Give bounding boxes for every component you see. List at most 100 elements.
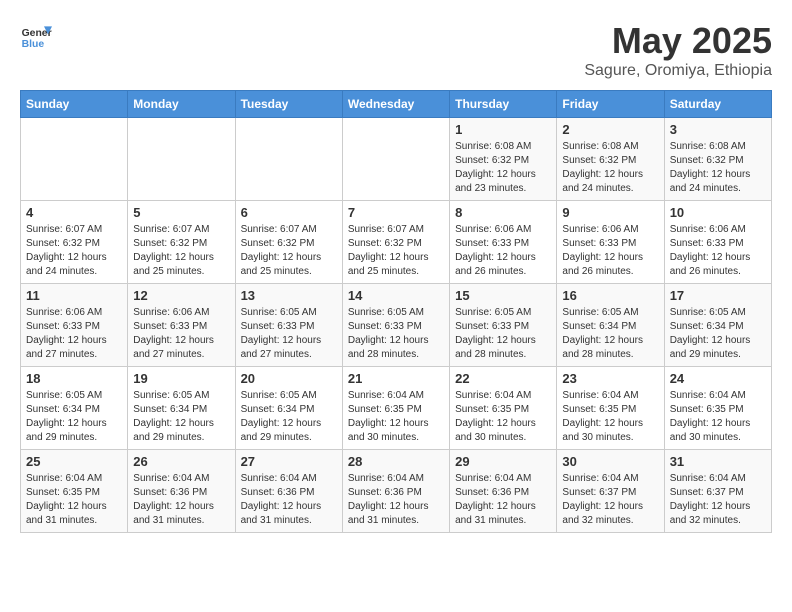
calendar-cell: 29 Sunrise: 6:04 AM Sunset: 6:36 PM Dayli… bbox=[450, 450, 557, 533]
day-info: Sunrise: 6:07 AM Sunset: 6:32 PM Dayligh… bbox=[241, 223, 337, 279]
day-info: Sunrise: 6:04 AM Sunset: 6:35 PM Dayligh… bbox=[670, 389, 766, 445]
day-info: Sunrise: 6:08 AM Sunset: 6:32 PM Dayligh… bbox=[670, 140, 766, 196]
column-header-tuesday: Tuesday bbox=[235, 91, 342, 118]
day-info: Sunrise: 6:06 AM Sunset: 6:33 PM Dayligh… bbox=[133, 306, 229, 362]
day-number: 6 bbox=[241, 205, 337, 220]
day-number: 25 bbox=[26, 454, 122, 469]
calendar-cell: 22 Sunrise: 6:04 AM Sunset: 6:35 PM Dayli… bbox=[450, 367, 557, 450]
day-number: 8 bbox=[455, 205, 551, 220]
day-number: 18 bbox=[26, 371, 122, 386]
calendar-cell: 27 Sunrise: 6:04 AM Sunset: 6:36 PM Dayli… bbox=[235, 450, 342, 533]
calendar-cell: 25 Sunrise: 6:04 AM Sunset: 6:35 PM Dayli… bbox=[21, 450, 128, 533]
calendar-cell: 4 Sunrise: 6:07 AM Sunset: 6:32 PM Daylig… bbox=[21, 201, 128, 284]
day-number: 3 bbox=[670, 122, 766, 137]
day-info: Sunrise: 6:04 AM Sunset: 6:36 PM Dayligh… bbox=[241, 472, 337, 528]
calendar-cell: 31 Sunrise: 6:04 AM Sunset: 6:37 PM Dayli… bbox=[664, 450, 771, 533]
column-header-friday: Friday bbox=[557, 91, 664, 118]
calendar-cell bbox=[235, 118, 342, 201]
day-info: Sunrise: 6:04 AM Sunset: 6:35 PM Dayligh… bbox=[455, 389, 551, 445]
day-info: Sunrise: 6:04 AM Sunset: 6:35 PM Dayligh… bbox=[348, 389, 444, 445]
page-header: General Blue May 2025 Sagure, Oromiya, E… bbox=[20, 20, 772, 80]
day-number: 30 bbox=[562, 454, 658, 469]
day-info: Sunrise: 6:07 AM Sunset: 6:32 PM Dayligh… bbox=[26, 223, 122, 279]
day-number: 29 bbox=[455, 454, 551, 469]
title-block: May 2025 Sagure, Oromiya, Ethiopia bbox=[584, 20, 772, 80]
day-info: Sunrise: 6:05 AM Sunset: 6:34 PM Dayligh… bbox=[133, 389, 229, 445]
calendar-cell: 8 Sunrise: 6:06 AM Sunset: 6:33 PM Daylig… bbox=[450, 201, 557, 284]
logo-icon: General Blue bbox=[20, 20, 52, 52]
calendar-week-5: 25 Sunrise: 6:04 AM Sunset: 6:35 PM Dayli… bbox=[21, 450, 772, 533]
column-header-sunday: Sunday bbox=[21, 91, 128, 118]
day-info: Sunrise: 6:06 AM Sunset: 6:33 PM Dayligh… bbox=[670, 223, 766, 279]
calendar-cell: 5Sunrise: 6:07 AM Sunset: 6:32 PM Daylig… bbox=[128, 201, 235, 284]
day-number: 23 bbox=[562, 371, 658, 386]
day-info: Sunrise: 6:05 AM Sunset: 6:34 PM Dayligh… bbox=[26, 389, 122, 445]
calendar-cell: 13Sunrise: 6:05 AM Sunset: 6:33 PM Dayli… bbox=[235, 284, 342, 367]
calendar-table: SundayMondayTuesdayWednesdayThursdayFrid… bbox=[20, 90, 772, 533]
day-number: 19 bbox=[133, 371, 229, 386]
calendar-cell: 11 Sunrise: 6:06 AM Sunset: 6:33 PM Dayli… bbox=[21, 284, 128, 367]
column-header-saturday: Saturday bbox=[664, 91, 771, 118]
day-number: 7 bbox=[348, 205, 444, 220]
day-number: 11 bbox=[26, 288, 122, 303]
calendar-cell: 3 Sunrise: 6:08 AM Sunset: 6:32 PM Daylig… bbox=[664, 118, 771, 201]
day-number: 14 bbox=[348, 288, 444, 303]
day-number: 1 bbox=[455, 122, 551, 137]
day-info: Sunrise: 6:06 AM Sunset: 6:33 PM Dayligh… bbox=[26, 306, 122, 362]
day-number: 16 bbox=[562, 288, 658, 303]
day-info: Sunrise: 6:06 AM Sunset: 6:33 PM Dayligh… bbox=[455, 223, 551, 279]
calendar-cell: 28 Sunrise: 6:04 AM Sunset: 6:36 PM Dayli… bbox=[342, 450, 449, 533]
day-number: 27 bbox=[241, 454, 337, 469]
calendar-cell: 12 Sunrise: 6:06 AM Sunset: 6:33 PM Dayli… bbox=[128, 284, 235, 367]
day-number: 22 bbox=[455, 371, 551, 386]
calendar-header-row: SundayMondayTuesdayWednesdayThursdayFrid… bbox=[21, 91, 772, 118]
calendar-cell bbox=[342, 118, 449, 201]
day-info: Sunrise: 6:04 AM Sunset: 6:37 PM Dayligh… bbox=[670, 472, 766, 528]
day-info: Sunrise: 6:05 AM Sunset: 6:34 PM Dayligh… bbox=[670, 306, 766, 362]
day-number: 2 bbox=[562, 122, 658, 137]
day-info: Sunrise: 6:04 AM Sunset: 6:35 PM Dayligh… bbox=[26, 472, 122, 528]
calendar-cell: 6 Sunrise: 6:07 AM Sunset: 6:32 PM Daylig… bbox=[235, 201, 342, 284]
calendar-week-4: 18 Sunrise: 6:05 AM Sunset: 6:34 PM Dayli… bbox=[21, 367, 772, 450]
day-number: 24 bbox=[670, 371, 766, 386]
calendar-cell: 19 Sunrise: 6:05 AM Sunset: 6:34 PM Dayli… bbox=[128, 367, 235, 450]
day-number: 12 bbox=[133, 288, 229, 303]
day-info: Sunrise: 6:07 AM Sunset: 6:32 PM Dayligh… bbox=[348, 223, 444, 279]
column-header-wednesday: Wednesday bbox=[342, 91, 449, 118]
calendar-cell: 16Sunrise: 6:05 AM Sunset: 6:34 PM Dayli… bbox=[557, 284, 664, 367]
calendar-cell: 21 Sunrise: 6:04 AM Sunset: 6:35 PM Dayli… bbox=[342, 367, 449, 450]
calendar-cell: 20 Sunrise: 6:05 AM Sunset: 6:34 PM Dayli… bbox=[235, 367, 342, 450]
day-number: 31 bbox=[670, 454, 766, 469]
day-number: 13 bbox=[241, 288, 337, 303]
day-info: Sunrise: 6:08 AM Sunset: 6:32 PM Dayligh… bbox=[562, 140, 658, 196]
day-number: 5 bbox=[133, 205, 229, 220]
day-info: Sunrise: 6:05 AM Sunset: 6:34 PM Dayligh… bbox=[241, 389, 337, 445]
calendar-week-1: 1 Sunrise: 6:08 AM Sunset: 6:32 PM Daylig… bbox=[21, 118, 772, 201]
location-subtitle: Sagure, Oromiya, Ethiopia bbox=[584, 62, 772, 80]
calendar-cell bbox=[21, 118, 128, 201]
day-info: Sunrise: 6:04 AM Sunset: 6:36 PM Dayligh… bbox=[455, 472, 551, 528]
calendar-cell bbox=[128, 118, 235, 201]
day-info: Sunrise: 6:04 AM Sunset: 6:37 PM Dayligh… bbox=[562, 472, 658, 528]
calendar-cell: 14Sunrise: 6:05 AM Sunset: 6:33 PM Dayli… bbox=[342, 284, 449, 367]
day-number: 21 bbox=[348, 371, 444, 386]
month-title: May 2025 bbox=[584, 20, 772, 62]
day-number: 15 bbox=[455, 288, 551, 303]
calendar-cell: 15 Sunrise: 6:05 AM Sunset: 6:33 PM Dayli… bbox=[450, 284, 557, 367]
day-number: 20 bbox=[241, 371, 337, 386]
calendar-cell: 30 Sunrise: 6:04 AM Sunset: 6:37 PM Dayli… bbox=[557, 450, 664, 533]
day-number: 28 bbox=[348, 454, 444, 469]
calendar-cell: 2 Sunrise: 6:08 AM Sunset: 6:32 PM Daylig… bbox=[557, 118, 664, 201]
logo: General Blue bbox=[20, 20, 52, 52]
day-number: 4 bbox=[26, 205, 122, 220]
day-info: Sunrise: 6:05 AM Sunset: 6:33 PM Dayligh… bbox=[455, 306, 551, 362]
column-header-monday: Monday bbox=[128, 91, 235, 118]
day-number: 26 bbox=[133, 454, 229, 469]
day-info: Sunrise: 6:04 AM Sunset: 6:36 PM Dayligh… bbox=[348, 472, 444, 528]
calendar-week-2: 4 Sunrise: 6:07 AM Sunset: 6:32 PM Daylig… bbox=[21, 201, 772, 284]
day-info: Sunrise: 6:04 AM Sunset: 6:36 PM Dayligh… bbox=[133, 472, 229, 528]
calendar-cell: 23Sunrise: 6:04 AM Sunset: 6:35 PM Dayli… bbox=[557, 367, 664, 450]
day-number: 10 bbox=[670, 205, 766, 220]
calendar-cell: 18 Sunrise: 6:05 AM Sunset: 6:34 PM Dayli… bbox=[21, 367, 128, 450]
calendar-cell: 17Sunrise: 6:05 AM Sunset: 6:34 PM Dayli… bbox=[664, 284, 771, 367]
